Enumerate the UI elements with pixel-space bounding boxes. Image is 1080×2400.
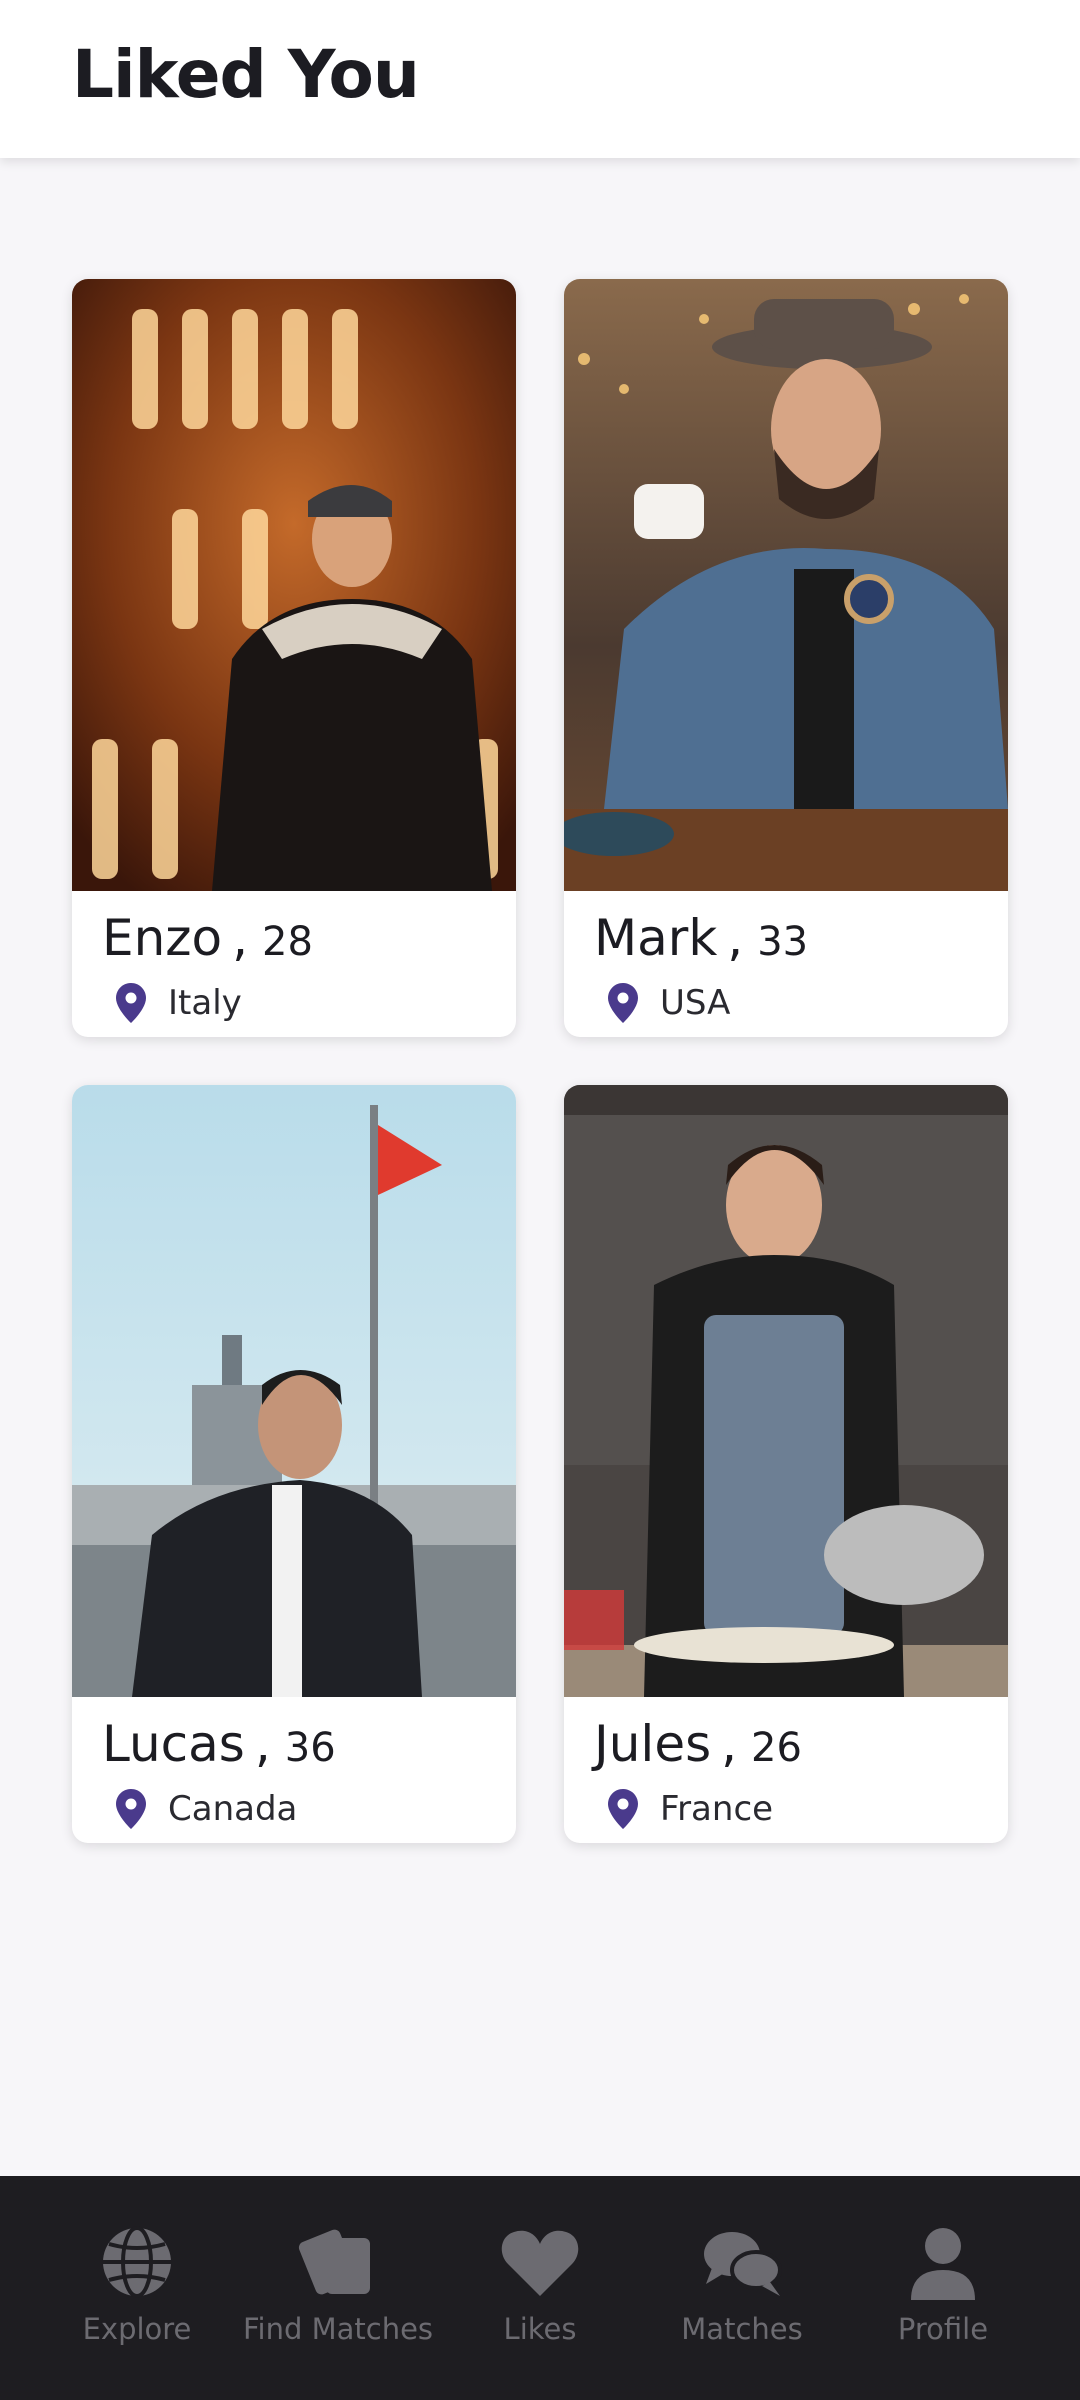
profile-photo (564, 279, 1008, 891)
nav-label: Find Matches (242, 2312, 434, 2346)
profile-age: 33 (757, 919, 809, 965)
location-row: USA (608, 981, 730, 1025)
profile-card-mark[interactable]: Mark , 33 USA (564, 279, 1008, 1037)
name-separator: , (254, 1715, 271, 1773)
name-separator: , (232, 909, 249, 967)
profile-age: 28 (262, 919, 313, 965)
name-separator: , (721, 1715, 738, 1773)
app-root: Liked You Enzo , 28 Italy Mark , 33 USA … (0, 0, 1080, 2400)
name-age-row: Mark , 33 (594, 909, 808, 969)
profile-name: Jules (594, 1715, 712, 1773)
name-age-row: Jules , 26 (594, 1715, 802, 1775)
nav-likes[interactable]: Likes (440, 2176, 640, 2400)
profile-name: Enzo (102, 909, 223, 967)
profile-age: 26 (751, 1725, 802, 1771)
nav-explore[interactable]: Explore (37, 2176, 237, 2400)
nav-profile[interactable]: Profile (843, 2176, 1043, 2400)
name-age-row: Lucas , 36 (102, 1715, 336, 1775)
nav-label: Explore (82, 2312, 192, 2346)
name-separator: , (727, 909, 744, 967)
nav-matches[interactable]: Matches (642, 2176, 842, 2400)
profile-country: USA (660, 983, 731, 1023)
profile-country: Canada (168, 1789, 298, 1829)
globe-icon (103, 2226, 171, 2298)
location-row: Canada (116, 1787, 297, 1831)
page-title: Liked You (72, 36, 420, 113)
profile-card-lucas[interactable]: Lucas , 36 Canada (72, 1085, 516, 1843)
cards-icon (298, 2229, 370, 2295)
nav-label: Matches (681, 2312, 803, 2346)
location-row: Italy (116, 981, 242, 1025)
location-pin-icon (608, 1789, 638, 1829)
location-row: France (608, 1787, 773, 1831)
profile-country: Italy (168, 983, 242, 1023)
profile-photo (564, 1085, 1008, 1697)
profile-card-enzo[interactable]: Enzo , 28 Italy (72, 279, 516, 1037)
chat-bubbles-icon (704, 2232, 782, 2296)
top-header: Liked You (0, 0, 1080, 158)
nav-label: Likes (503, 2312, 577, 2346)
nav-label: Profile (897, 2312, 989, 2346)
location-pin-icon (608, 983, 638, 1023)
location-pin-icon (116, 1789, 146, 1829)
user-icon (911, 2228, 975, 2300)
profile-age: 36 (284, 1725, 336, 1771)
profile-photo (72, 1085, 516, 1697)
profile-name: Mark (594, 909, 718, 967)
heart-icon (501, 2230, 579, 2296)
bottom-navigation: Explore Find Matches Likes Matches Profi… (0, 2176, 1080, 2400)
name-age-row: Enzo , 28 (102, 909, 313, 969)
location-pin-icon (116, 983, 146, 1023)
profile-photo (72, 279, 516, 891)
nav-find-matches[interactable]: Find Matches (238, 2176, 438, 2400)
profile-card-jules[interactable]: Jules , 26 France (564, 1085, 1008, 1843)
profile-country: France (660, 1789, 774, 1829)
profile-name: Lucas (102, 1715, 245, 1773)
